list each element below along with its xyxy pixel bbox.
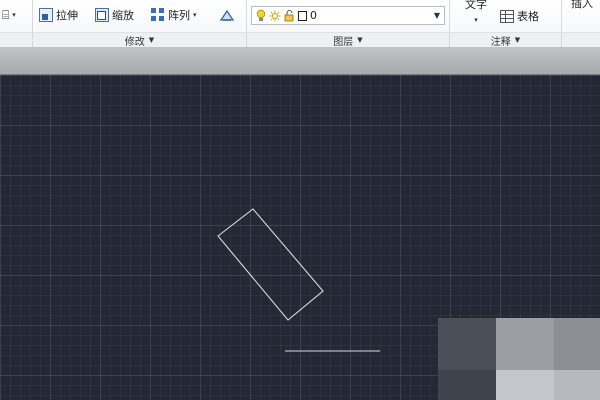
panel-draw-partial: ⌸ ▾ [0, 0, 33, 47]
stretch-icon [39, 8, 53, 22]
scale-icon [95, 8, 109, 22]
panel-title-layers[interactable]: 图层 ▼ [247, 32, 449, 48]
annotation-expand-icon: ▼ [514, 36, 521, 44]
table-label: 表格 [517, 10, 539, 23]
panel-title-annotation[interactable]: 注释 ▼ [450, 32, 561, 48]
modify-expand-icon: ▼ [148, 36, 155, 44]
insert-label: 插入 [571, 0, 593, 10]
overlay-block [496, 370, 554, 400]
match-properties-icon [219, 9, 235, 21]
lock-icon [284, 9, 294, 21]
modify-title: 修改 [124, 36, 145, 48]
ribbon: ⌸ ▾ 拉伸 缩放 阵列 ▾ 修改 ▼ 0 ▼ 图层 ▼ 文字 ▾ 表格 注释 … [0, 0, 600, 48]
array-label: 阵列 [168, 9, 190, 22]
text-dropdown-icon: ▾ [474, 16, 478, 24]
array-icon [151, 8, 165, 22]
panel-annotation: 文字 ▾ 表格 注释 ▼ [450, 0, 562, 48]
text-button[interactable]: 文字 ▾ [464, 0, 488, 24]
match-properties-button[interactable] [219, 6, 235, 24]
array-dropdown-icon[interactable]: ▾ [193, 11, 197, 19]
layers-title: 图层 [333, 36, 354, 48]
sun-icon [269, 10, 281, 21]
file-tab-bar [0, 47, 600, 75]
stretch-label: 拉伸 [56, 9, 78, 22]
overlay-block [438, 318, 496, 370]
layer-dropdown[interactable]: 0 ▼ [251, 6, 445, 25]
ribbon-tool-cut[interactable]: ⌸ ▾ [2, 6, 16, 24]
panel-insert-partial: 插入 [562, 0, 600, 47]
scale-button[interactable]: 缩放 [95, 6, 134, 24]
overlay-block [554, 318, 600, 370]
panel-title-draw [0, 32, 32, 47]
annotation-title: 注释 [490, 36, 511, 48]
layers-expand-icon: ▼ [357, 36, 363, 44]
layer-color-swatch [298, 10, 307, 21]
lightbulb-icon [256, 9, 266, 21]
layer-dropdown-arrow-icon: ▼ [433, 11, 440, 20]
panel-layers: 0 ▼ 图层 ▼ [247, 0, 450, 48]
current-layer-name: 0 [310, 9, 317, 22]
panel-modify: 拉伸 缩放 阵列 ▾ 修改 ▼ [33, 0, 247, 48]
text-label: 文字 [465, 0, 487, 11]
rotated-rectangle[interactable] [217, 208, 324, 321]
panel-title-modify[interactable]: 修改 ▼ [33, 32, 246, 48]
table-button[interactable]: 表格 [500, 7, 539, 25]
table-icon [500, 9, 514, 23]
pixelated-overlay [438, 318, 600, 400]
drawing-canvas[interactable] [0, 75, 600, 400]
overlay-block [496, 318, 554, 370]
insert-button[interactable]: 插入 [571, 0, 593, 11]
array-button[interactable]: 阵列 ▾ [151, 6, 197, 24]
overlay-block [554, 370, 600, 400]
stretch-button[interactable]: 拉伸 [39, 6, 78, 24]
panel-title-insert [562, 32, 600, 47]
scale-label: 缩放 [112, 9, 134, 22]
overlay-block [438, 370, 496, 400]
